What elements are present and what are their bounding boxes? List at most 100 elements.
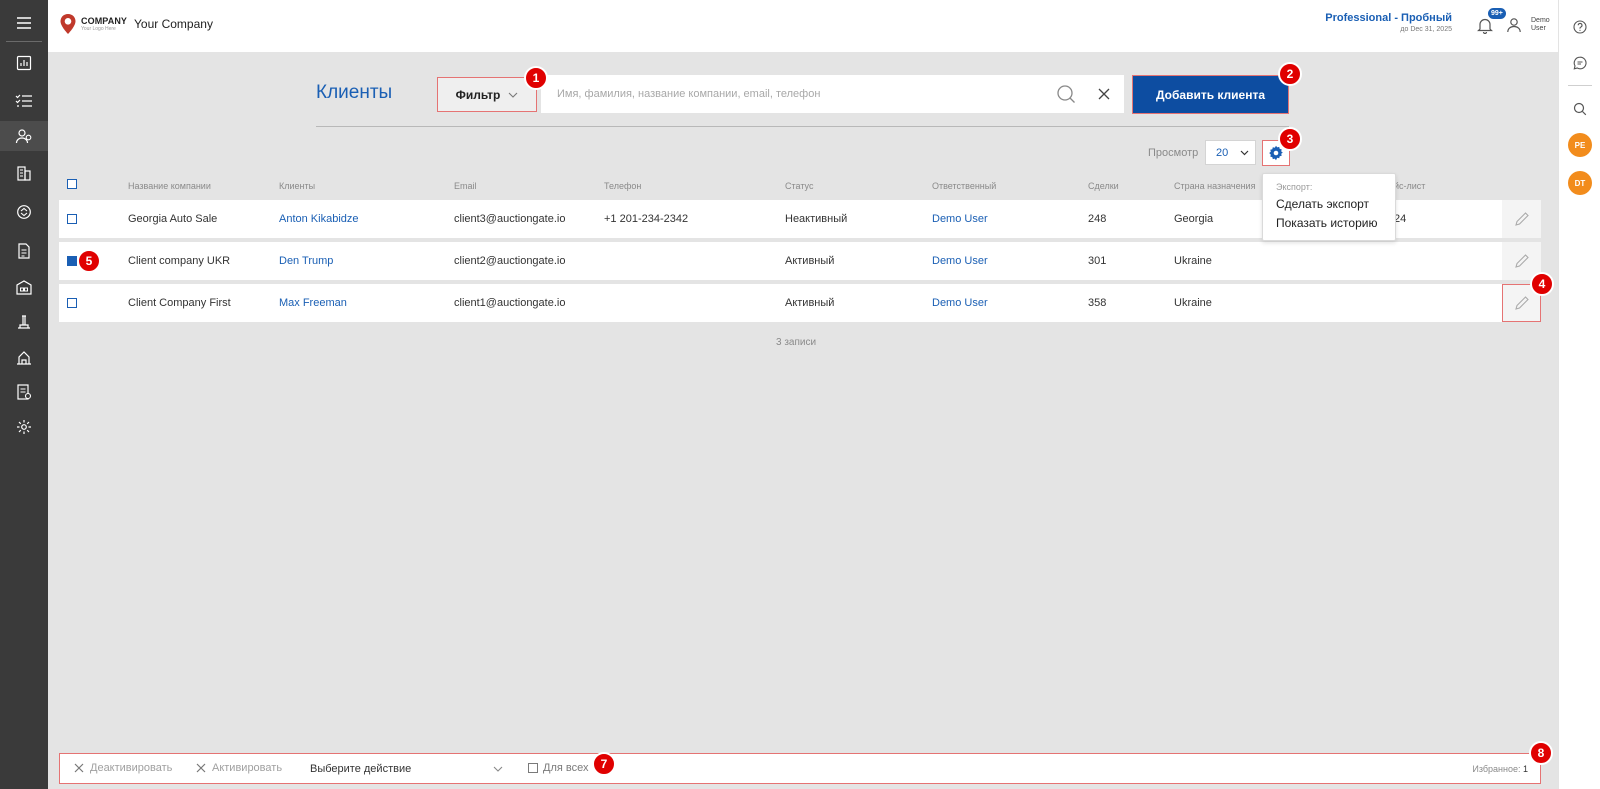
row-checkbox[interactable] xyxy=(67,214,77,224)
close-icon xyxy=(74,763,84,773)
logo-text: COMPANY xyxy=(81,15,128,26)
search-box xyxy=(541,75,1124,113)
settings-icon[interactable] xyxy=(0,412,48,442)
select-all-checkbox[interactable] xyxy=(67,179,77,189)
column-header-destination-country[interactable]: Страна назначения xyxy=(1174,181,1255,191)
tasks-list-icon[interactable] xyxy=(0,86,48,116)
chevron-down-icon xyxy=(1240,150,1249,155)
favorites-counter: Избранное: 1 xyxy=(1472,764,1528,774)
annotation-badge-3: 3 xyxy=(1278,127,1302,151)
port-icon[interactable] xyxy=(0,342,48,372)
activate-button[interactable]: Активировать xyxy=(196,762,282,774)
deals-cell: 358 xyxy=(1088,297,1107,309)
column-header-status[interactable]: Статус xyxy=(785,181,813,191)
page-size-label: Просмотр xyxy=(1148,147,1199,159)
exchange-icon[interactable] xyxy=(0,197,48,227)
buildings-icon[interactable] xyxy=(0,158,48,188)
export-menu: Экспорт: Сделать экспорт Показать истори… xyxy=(1262,173,1396,241)
bulk-actions-bar: Деактивировать Активировать Выберите дей… xyxy=(59,753,1541,784)
column-header-manager[interactable]: Ответственный xyxy=(932,181,996,191)
company-cell: Georgia Auto Sale xyxy=(128,213,218,225)
menu-icon[interactable] xyxy=(0,8,48,38)
help-icon[interactable] xyxy=(1559,14,1600,40)
chevron-down-icon xyxy=(493,766,503,772)
company-cell: Client Company First xyxy=(128,297,231,309)
avatar-pe[interactable]: PE xyxy=(1559,132,1600,158)
export-menu-item-make-export[interactable]: Сделать экспорт xyxy=(1276,197,1369,211)
filter-label: Фильтр xyxy=(455,87,501,102)
filter-dropdown[interactable]: Фильтр xyxy=(437,77,537,112)
edit-button[interactable] xyxy=(1502,200,1541,238)
phone-cell: +1 201-234-2342 xyxy=(604,213,689,225)
column-header-clients[interactable]: Клиенты xyxy=(279,181,315,191)
auction-icon[interactable] xyxy=(0,306,48,336)
record-count: 3 записи xyxy=(776,337,817,348)
column-header-deals[interactable]: Сделки xyxy=(1088,181,1119,191)
plan-title[interactable]: Professional - Пробный xyxy=(1325,11,1452,25)
annotation-badge-7: 7 xyxy=(592,752,616,776)
export-menu-item-show-history[interactable]: Показать историю xyxy=(1276,216,1377,230)
action-select-value: Выберите действие xyxy=(310,763,412,775)
client-link[interactable]: Den Trump xyxy=(279,255,333,267)
row-checkbox[interactable] xyxy=(67,256,77,266)
invoice-icon[interactable] xyxy=(0,377,48,407)
plan-expiry-date: до Dec 31, 2025 xyxy=(1400,26,1452,33)
column-header-company[interactable]: Название компании xyxy=(128,181,211,191)
deactivate-label: Деактивировать xyxy=(90,762,173,774)
close-icon xyxy=(196,763,206,773)
avatar-dt-initials: DT xyxy=(1568,171,1592,195)
pencil-icon xyxy=(1514,212,1529,226)
sidebar xyxy=(0,0,48,789)
page-title: Клиенты xyxy=(316,82,393,103)
deals-cell: 248 xyxy=(1088,213,1107,225)
email-cell: client3@auctiongate.io xyxy=(454,213,566,225)
favorites-label: Избранное: xyxy=(1472,764,1521,774)
warehouse-icon[interactable] xyxy=(0,272,48,302)
for-all-label: Для всех xyxy=(543,762,589,774)
status-cell: Активный xyxy=(785,255,835,267)
deals-cell: 301 xyxy=(1088,255,1107,267)
pencil-icon xyxy=(1514,254,1529,268)
country-cell: Ukraine xyxy=(1174,255,1212,267)
table-row[interactable]: Client company UKR Den Trump client2@auc… xyxy=(59,242,1541,280)
manager-link[interactable]: Demo User xyxy=(932,297,988,309)
favorites-count: 1 xyxy=(1522,764,1528,774)
row-checkbox[interactable] xyxy=(67,298,77,308)
clear-search-icon[interactable] xyxy=(1096,86,1112,102)
search-icon[interactable] xyxy=(1559,96,1600,122)
action-select[interactable]: Выберите действие xyxy=(310,758,503,780)
plan-info[interactable]: Professional - Пробный до Dec 31, 2025 xyxy=(1325,11,1452,35)
annotation-badge-4: 4 xyxy=(1530,272,1554,296)
document-icon[interactable] xyxy=(0,236,48,266)
annotation-badge-2: 2 xyxy=(1278,62,1302,86)
page-size-value: 20 xyxy=(1216,146,1229,159)
notifications-bell-icon[interactable]: 99+ xyxy=(1475,8,1506,35)
status-cell: Активный xyxy=(785,297,835,309)
column-header-phone[interactable]: Телефон xyxy=(604,181,641,191)
dashboard-icon[interactable] xyxy=(0,48,48,78)
avatar-dt[interactable]: DT xyxy=(1559,170,1600,196)
search-icon[interactable] xyxy=(1056,84,1076,104)
clients-icon[interactable] xyxy=(0,121,48,151)
user-avatar-icon[interactable] xyxy=(1504,15,1524,35)
manager-link[interactable]: Demo User xyxy=(932,255,988,267)
column-header-price-list[interactable]: йс-лист xyxy=(1394,181,1425,191)
for-all-checkbox-box[interactable] xyxy=(528,763,538,773)
chat-icon[interactable] xyxy=(1559,50,1600,76)
annotation-badge-8: 8 xyxy=(1529,741,1553,765)
header: COMPANY Your Logo Here Your Company Prof… xyxy=(48,0,1558,52)
export-menu-title: Экспорт: xyxy=(1276,182,1313,192)
annotation-badge-1: 1 xyxy=(524,66,548,90)
search-input[interactable] xyxy=(541,75,1041,113)
add-client-button[interactable]: Добавить клиента xyxy=(1132,75,1289,114)
column-header-email[interactable]: Email xyxy=(454,181,477,191)
page-size-select[interactable]: 20 xyxy=(1205,140,1256,165)
client-link[interactable]: Anton Kikabidze xyxy=(279,213,359,225)
user-name[interactable]: Demo User xyxy=(1531,17,1555,33)
for-all-checkbox[interactable]: Для всех xyxy=(528,762,588,774)
client-link[interactable]: Max Freeman xyxy=(279,297,347,309)
pencil-icon xyxy=(1514,296,1529,310)
table-row[interactable]: Client Company First Max Freeman client1… xyxy=(59,284,1541,322)
manager-link[interactable]: Demo User xyxy=(932,213,988,225)
deactivate-button[interactable]: Деактивировать xyxy=(74,762,172,774)
